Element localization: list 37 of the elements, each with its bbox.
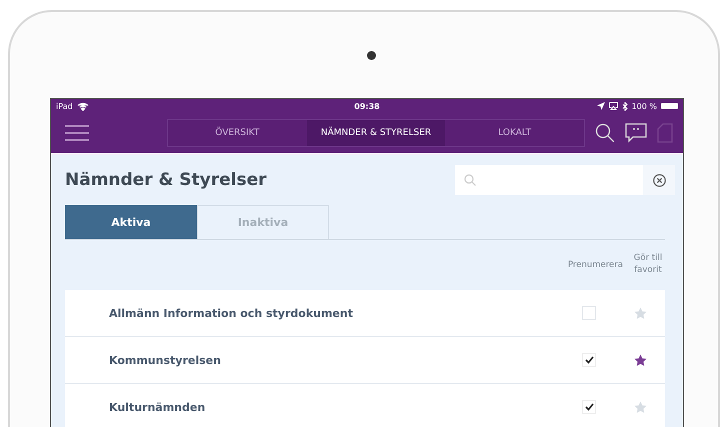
camera-icon xyxy=(366,50,376,60)
column-header: Gör till favorit xyxy=(632,253,664,277)
battery-icon xyxy=(661,103,678,109)
wifi-icon xyxy=(76,102,89,110)
nav-tab[interactable]: NÄMNDER & STYRELSER xyxy=(306,120,446,146)
column-header: Prenumerera xyxy=(568,260,623,270)
chat-icon[interactable] xyxy=(625,123,647,143)
star-icon[interactable] xyxy=(634,400,647,414)
clock-time: 09:38 xyxy=(354,102,380,110)
search-icon[interactable] xyxy=(595,123,615,143)
nav-tab[interactable]: LOKALT xyxy=(445,120,584,146)
checkmark-icon xyxy=(584,403,594,411)
star-icon[interactable] xyxy=(634,354,647,366)
battery-percent: 100 % xyxy=(632,102,657,110)
page-title: Nämnder & Styrelser xyxy=(65,170,268,190)
device-label: iPad xyxy=(56,102,73,110)
location-icon xyxy=(596,102,605,110)
subscribe-checkbox[interactable] xyxy=(582,353,596,367)
checkmark-icon xyxy=(584,356,594,364)
list-row[interactable]: Kulturnämnden xyxy=(65,384,665,427)
bluetooth-icon xyxy=(622,102,628,110)
clear-button[interactable] xyxy=(643,165,675,195)
row-title: Allmänn Information och styrdokument xyxy=(109,306,354,320)
subscribe-checkbox[interactable] xyxy=(582,400,596,414)
list-row[interactable]: Kommunstyrelsen xyxy=(65,337,665,383)
list-row[interactable]: Allmänn Information och styrdokument xyxy=(65,290,665,336)
nav-tab[interactable]: ÖVERSIKT xyxy=(168,120,307,146)
row-title: Kulturnämnden xyxy=(109,400,206,414)
airplay-icon xyxy=(608,102,618,110)
subscribe-checkbox[interactable] xyxy=(582,306,596,320)
menu-icon[interactable] xyxy=(65,125,89,141)
search-icon xyxy=(464,174,476,186)
row-title: Kommunstyrelsen xyxy=(109,354,222,366)
filter-tab[interactable]: Aktiva xyxy=(65,205,197,239)
star-icon[interactable] xyxy=(634,306,647,320)
clear-icon xyxy=(652,174,666,186)
search-field[interactable] xyxy=(455,165,643,195)
